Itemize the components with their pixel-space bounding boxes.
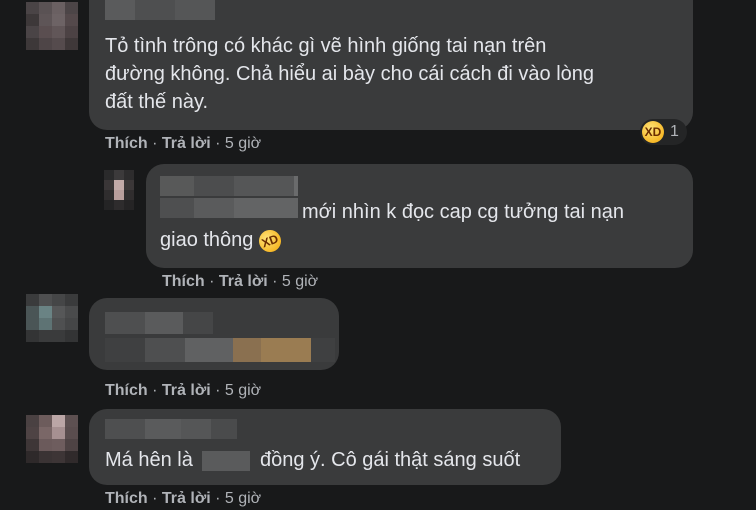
timestamp[interactable]: 5 giờ	[225, 490, 261, 507]
reply-button[interactable]: Trả lời	[162, 490, 211, 507]
reply-button[interactable]: Trả lời	[162, 135, 211, 152]
rolling-laughing-emoji-icon: XD	[255, 226, 285, 255]
avatar[interactable]	[26, 2, 78, 50]
comment-actions: Thích · Trả lời · 5 giờ	[105, 135, 262, 152]
reply-button[interactable]: Trả lời	[162, 382, 211, 399]
comment-actions: Thích · Trả lời · 5 giờ	[105, 382, 262, 399]
laughing-reaction-icon: XD	[642, 121, 664, 143]
reaction-summary[interactable]: XD 1	[640, 119, 687, 145]
reaction-count: 1	[670, 123, 679, 140]
blurred-name	[202, 450, 251, 471]
comment-text-continued: giao thông XD	[160, 226, 285, 255]
avatar[interactable]	[26, 294, 78, 342]
avatar[interactable]	[104, 170, 134, 210]
comment-bubble: Tỏ tình trông có khác gì vẽ hình giống t…	[89, 0, 693, 130]
comment-text: Tỏ tình trông có khác gì vẽ hình giống t…	[105, 35, 595, 113]
reply-button[interactable]: Trả lời	[219, 273, 268, 290]
timestamp[interactable]: 5 giờ	[225, 382, 261, 399]
comment-text: mới nhìn k đọc cap cg tưởng tai nạn	[302, 201, 625, 223]
like-button[interactable]: Thích	[162, 273, 205, 290]
like-button[interactable]: Thích	[105, 382, 148, 399]
timestamp[interactable]: 5 giờ	[225, 135, 261, 152]
like-button[interactable]: Thích	[105, 490, 148, 507]
comment-bubble: Má hên là đồng ý. Cô gái thật sáng suốt	[89, 409, 561, 485]
like-button[interactable]: Thích	[105, 135, 148, 152]
comment-text: Má hên là đồng ý. Cô gái thật sáng suốt	[105, 449, 521, 471]
comment-actions: Thích · Trả lời · 5 giờ	[105, 490, 262, 507]
timestamp[interactable]: 5 giờ	[282, 273, 318, 290]
comment-bubble: mới nhìn k đọc cap cg tưởng tai nạn giao…	[146, 164, 693, 268]
avatar[interactable]	[26, 415, 78, 463]
comment-actions: Thích · Trả lời · 5 giờ	[162, 273, 319, 290]
comment-bubble	[89, 298, 339, 370]
